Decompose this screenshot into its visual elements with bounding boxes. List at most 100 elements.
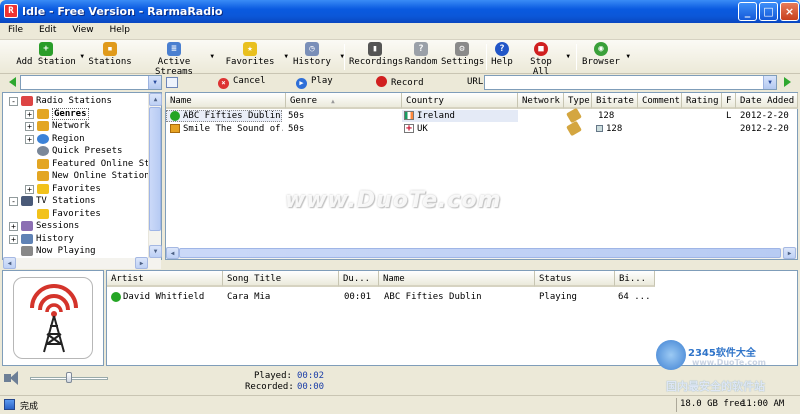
tree-item[interactable]: + Favorites (3, 183, 148, 195)
track-bitrate: 64 ... (618, 292, 651, 302)
column-header-name[interactable]: Name (166, 93, 286, 109)
table-row[interactable]: ABC Fifties Dublin 50s Ireland 128 L 201… (166, 107, 797, 124)
column-header-bitrate[interactable]: Bi... (615, 271, 655, 287)
cancel-button[interactable]: × Cancel (218, 76, 266, 89)
expand-icon[interactable]: + (25, 134, 34, 144)
chevron-down-icon[interactable]: ▼ (566, 53, 570, 60)
scroll-left-button[interactable]: ◀ (166, 247, 179, 259)
scroll-thumb[interactable] (179, 248, 781, 258)
minimize-button[interactable]: _ (738, 2, 757, 21)
tree-item[interactable]: + Network (3, 120, 148, 132)
table-row[interactable]: David Whitfield Cara Mia 00:01 ABC Fifti… (107, 291, 797, 303)
back-arrow-icon[interactable] (9, 77, 16, 87)
expand-icon[interactable]: + (25, 122, 34, 131)
tree-item-label: Network (52, 121, 90, 131)
star-icon (37, 183, 49, 194)
add-station-button[interactable]: + Add Station ▼ (14, 41, 84, 72)
chevron-down-icon[interactable]: ▼ (763, 76, 776, 89)
recordings-button[interactable]: ▮ Recordings (349, 41, 403, 72)
tree-item[interactable]: - TV Stations (3, 195, 148, 207)
column-header-date-added[interactable]: Date Added (736, 93, 798, 109)
chevron-down-icon[interactable]: ▼ (210, 53, 214, 60)
tree-item[interactable]: New Online Stations (3, 170, 155, 182)
scroll-thumb[interactable] (149, 107, 161, 231)
column-header-bitrate[interactable]: Bitrate (592, 93, 638, 109)
tree-item[interactable]: Quick Presets (3, 145, 148, 157)
tree-item[interactable]: + Region (3, 133, 148, 145)
toolbar: + Add Station ▼ ▪ Stations ≡ Active Streams ▼… (0, 40, 800, 77)
column-header-song-title[interactable]: Song Title (223, 271, 339, 287)
scroll-right-button[interactable]: ▶ (783, 247, 796, 259)
scroll-right-button[interactable]: ▶ (135, 257, 148, 269)
clock-text: 11:00 AM (741, 399, 785, 409)
close-button[interactable]: × (780, 2, 799, 21)
column-header-country[interactable]: Country (402, 93, 518, 109)
menu-file[interactable]: File (3, 23, 28, 37)
collapse-icon[interactable]: - (9, 197, 18, 206)
expand-icon[interactable]: + (9, 222, 18, 231)
tree-vertical-scrollbar[interactable]: ▲ ▼ (148, 93, 162, 259)
column-header-name[interactable]: Name (379, 271, 535, 287)
stop-all-button[interactable]: ■ Stop All ▼ (520, 41, 570, 77)
random-button[interactable]: ? Random (404, 41, 438, 72)
radio-icon (21, 96, 33, 106)
window-icon[interactable] (166, 77, 178, 88)
stations-button[interactable]: ▪ Stations (88, 41, 132, 72)
tree-item[interactable]: + History (3, 233, 148, 245)
browser-button[interactable]: ◉ Browser ▼ (582, 41, 630, 72)
station-list[interactable]: Name Genre ▲ Country Network Type Bitrate… (165, 92, 798, 260)
history-button[interactable]: ◷ History ▼ (290, 41, 344, 72)
tree-item[interactable]: + Genres (3, 107, 148, 120)
table-row[interactable]: Smile The Sound of... 50s + UK 128 2012-… (166, 120, 797, 137)
column-header-network[interactable]: Network (518, 93, 564, 109)
record-button[interactable]: Record (376, 76, 424, 89)
column-header-f[interactable]: F (722, 93, 736, 109)
play-button[interactable]: ▶ Play (296, 76, 333, 89)
chevron-down-icon[interactable]: ▼ (80, 53, 84, 60)
column-header-rating[interactable]: Rating (682, 93, 722, 109)
chevron-down-icon[interactable]: ▼ (626, 53, 630, 60)
column-header-duration[interactable]: Du... (339, 271, 379, 287)
tree-item[interactable]: Featured Online Stat (3, 158, 160, 170)
column-header-genre[interactable]: Genre ▲ (286, 93, 402, 109)
speaker-cone-icon (10, 371, 18, 385)
scroll-up-button[interactable]: ▲ (149, 93, 162, 106)
toolbar-separator (576, 44, 577, 70)
maximize-button[interactable]: □ (759, 2, 778, 21)
expand-icon[interactable]: + (9, 234, 18, 244)
folder-icon (37, 108, 49, 119)
menu-edit[interactable]: Edit (34, 23, 61, 37)
track-artist: David Whitfield (123, 292, 205, 302)
title-bar[interactable]: R Idle - Free Version - RarmaRadio _ □ × (0, 0, 800, 23)
scroll-down-button[interactable]: ▼ (149, 245, 162, 258)
settings-button[interactable]: ⚙ Settings (441, 41, 484, 72)
favorites-button[interactable]: ★ Favorites ▼ (224, 41, 288, 72)
scroll-left-button[interactable]: ◀ (3, 257, 16, 269)
list-horizontal-scrollbar[interactable]: ◀ ▶ (166, 247, 797, 259)
column-header-type[interactable]: Type (564, 93, 592, 109)
active-streams-button[interactable]: ≡ Active Streams ▼ (138, 41, 214, 77)
chevron-down-icon[interactable]: ▼ (284, 53, 288, 60)
collapse-icon[interactable]: - (9, 97, 18, 106)
tree-item[interactable]: Favorites (3, 208, 148, 220)
column-header-status[interactable]: Status (535, 271, 615, 287)
chevron-down-icon[interactable]: ▼ (148, 76, 161, 89)
mascot-icon (656, 340, 686, 370)
column-header-artist[interactable]: Artist (107, 271, 223, 287)
tree-item[interactable]: + Sessions (3, 220, 148, 232)
menu-view[interactable]: View (67, 23, 98, 37)
expand-icon[interactable]: + (25, 184, 34, 194)
navigation-tree[interactable]: - Radio Stations + Genres + Network + Region Qui… (2, 92, 162, 260)
tree-item[interactable]: Now Playing (3, 245, 148, 257)
forward-arrow-icon[interactable] (784, 77, 791, 87)
column-header-comment[interactable]: Comment (638, 93, 682, 109)
tree-item[interactable]: - Radio Stations (3, 95, 148, 107)
menu-help[interactable]: Help (104, 23, 135, 37)
station-genre: 50s (288, 111, 305, 121)
tree-horizontal-scrollbar[interactable]: ◀ ▶ (3, 257, 161, 269)
station-filter-combo[interactable]: ▼ (20, 75, 162, 90)
url-input[interactable]: ▼ (484, 75, 777, 90)
volume-slider-thumb[interactable] (66, 372, 72, 383)
expand-icon[interactable]: + (25, 109, 34, 119)
help-button[interactable]: ? Help (490, 41, 514, 72)
